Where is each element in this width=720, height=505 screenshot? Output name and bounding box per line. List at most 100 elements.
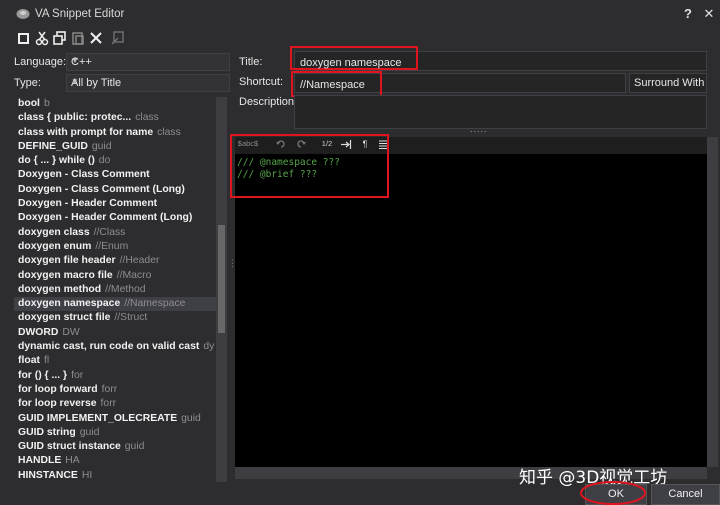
app-logo-icon xyxy=(16,9,30,19)
snippet-list-item[interactable]: bool b xyxy=(14,97,216,111)
snippet-shortcut: forr xyxy=(100,398,117,410)
snippet-list-item[interactable]: Doxygen - Header Comment xyxy=(14,197,216,211)
scrollbar-thumb[interactable] xyxy=(218,225,225,333)
snippet-list-item[interactable]: Doxygen - Header Comment (Long) xyxy=(14,211,216,225)
description-input[interactable] xyxy=(294,95,707,129)
new-icon xyxy=(18,33,29,44)
new-snippet-button[interactable] xyxy=(16,30,32,46)
snippet-list-item[interactable]: for loop forward forr xyxy=(14,383,216,397)
snippet-shortcut: //Header xyxy=(119,255,160,267)
snippet-list-item[interactable]: for () { ... } for xyxy=(14,369,216,383)
snippet-list-item[interactable]: HANDLE HA xyxy=(14,454,216,468)
cancel-button[interactable]: Cancel xyxy=(651,484,720,505)
snippet-list-item[interactable]: doxygen file header//Header xyxy=(14,254,216,268)
snippet-list-item[interactable]: float fl xyxy=(14,354,216,368)
surround-with-field[interactable]: Surround With xyxy=(629,73,707,93)
snippet-shortcut: //Method xyxy=(105,283,146,295)
snippet-list-item[interactable]: class { public: protec... class xyxy=(14,111,216,125)
snippet-name: class { public: protec... xyxy=(18,112,132,124)
export-button[interactable] xyxy=(110,30,126,46)
snippet-shortcut: dy xyxy=(203,341,215,353)
cut-button[interactable] xyxy=(34,30,50,46)
snippet-name: GUID struct instance xyxy=(18,441,121,453)
snippet-shortcut: class xyxy=(135,112,159,124)
close-button[interactable]: ✕ xyxy=(700,6,718,22)
snippet-shortcut: do xyxy=(98,155,111,167)
copy-button[interactable] xyxy=(52,30,68,46)
snippet-name: float xyxy=(18,355,40,367)
snippet-list-item[interactable]: DWORD DW xyxy=(14,326,216,340)
snippet-shortcut: HI xyxy=(81,469,93,481)
snippet-list-item[interactable]: GUID string guid xyxy=(14,426,216,440)
ok-highlight-ellipse xyxy=(580,481,646,505)
editor-highlight-box xyxy=(230,134,389,198)
type-select[interactable]: All by Title ▼ xyxy=(66,74,230,92)
snippet-name: DWORD xyxy=(18,326,59,338)
snippet-shortcut: //Macro xyxy=(116,269,152,281)
splitter-dots[interactable]: ..... xyxy=(470,124,488,134)
help-button[interactable]: ? xyxy=(679,6,697,22)
snippet-name: GUID IMPLEMENT_OLECREATE xyxy=(18,412,178,424)
window-title: VA Snippet Editor xyxy=(35,8,125,20)
snippet-list-item[interactable]: class with prompt for name class xyxy=(14,126,216,140)
snippet-name: do { ... } while () xyxy=(18,155,95,167)
snippet-name: for loop reverse xyxy=(18,398,97,410)
language-label: Language: xyxy=(14,56,66,68)
snippet-name: doxygen class xyxy=(18,226,90,238)
snippet-shortcut: //Enum xyxy=(95,240,129,252)
snippet-list-item[interactable]: DEFINE_GUID guid xyxy=(14,140,216,154)
copy-icon xyxy=(53,31,66,45)
cancel-label: Cancel xyxy=(668,488,703,500)
snippet-shortcut: b xyxy=(43,98,50,109)
snippet-list-item[interactable]: doxygen namespace//Namespace xyxy=(14,297,216,312)
snippet-name: doxygen file header xyxy=(18,255,116,267)
paste-icon xyxy=(72,32,84,45)
snippet-list-item[interactable]: doxygen enum//Enum xyxy=(14,240,216,254)
snippet-list-item[interactable]: Doxygen - Class Comment (Long) xyxy=(14,183,216,197)
paste-button[interactable] xyxy=(70,30,86,46)
snippet-name: HINSTANCE xyxy=(18,469,78,481)
snippet-name: doxygen enum xyxy=(18,240,92,252)
snippet-shortcut: fl xyxy=(43,355,50,367)
snippet-shortcut: //Namespace xyxy=(124,298,186,310)
snippet-name: doxygen method xyxy=(18,283,102,295)
snippet-list[interactable]: bool b class { public: protec... class class… xyxy=(14,97,216,482)
snippet-shortcut: guid xyxy=(124,441,145,453)
snippet-list-item[interactable]: doxygen class//Class xyxy=(14,226,216,240)
snippet-shortcut: class xyxy=(157,126,181,138)
snippet-list-item[interactable]: for loop reverse forr xyxy=(14,397,216,411)
editor-scrollbar[interactable] xyxy=(707,137,718,467)
snippet-name: Doxygen - Class Comment xyxy=(18,169,150,181)
shortcut-label: Shortcut: xyxy=(239,76,284,88)
title-label: Title: xyxy=(239,56,263,68)
snippet-list-item[interactable]: GUID IMPLEMENT_OLECREATE guid xyxy=(14,412,216,426)
snippet-name: for () { ... } xyxy=(18,369,68,381)
snippet-list-item[interactable]: doxygen method//Method xyxy=(14,283,216,297)
snippet-name: HANDLE xyxy=(18,455,62,467)
snippet-list-item[interactable]: do { ... } while () do xyxy=(14,154,216,168)
snippet-shortcut: forr xyxy=(101,383,118,395)
snippet-name: class with prompt for name xyxy=(18,126,154,138)
snippet-name: Doxygen - Header Comment (Long) xyxy=(18,212,193,224)
snippet-name: Doxygen - Header Comment xyxy=(18,198,158,210)
delete-button[interactable] xyxy=(88,30,104,46)
snippet-shortcut: for xyxy=(71,369,84,381)
shortcut-input[interactable]: //Namespace xyxy=(300,79,365,91)
snippet-name: bool xyxy=(18,98,40,109)
snippet-list-item[interactable]: doxygen macro file//Macro xyxy=(14,269,216,283)
snippet-name: doxygen namespace xyxy=(18,298,121,310)
snippet-list-item[interactable]: doxygen struct file//Struct xyxy=(14,311,216,325)
snippet-list-item[interactable]: GUID struct instance guid xyxy=(14,440,216,454)
language-select[interactable]: C++ ▼ xyxy=(66,53,230,71)
delete-icon xyxy=(90,32,102,44)
snippet-list-item[interactable]: dynamic cast, run code on valid cast dy xyxy=(14,340,216,354)
snippet-name: for loop forward xyxy=(18,383,98,395)
title-bar: VA Snippet Editor ? ✕ xyxy=(0,0,720,28)
snippet-list-item[interactable]: HINSTANCE HI xyxy=(14,469,216,482)
title-input[interactable]: doxygen namespace xyxy=(300,57,402,69)
snippet-list-scrollbar[interactable] xyxy=(216,97,227,482)
snippet-name: Doxygen - Class Comment (Long) xyxy=(18,183,185,195)
snippet-list-item[interactable]: Doxygen - Class Comment xyxy=(14,168,216,182)
snippet-shortcut: DW xyxy=(62,326,80,338)
splitter-grip-icon[interactable]: ⋮ xyxy=(228,258,237,272)
